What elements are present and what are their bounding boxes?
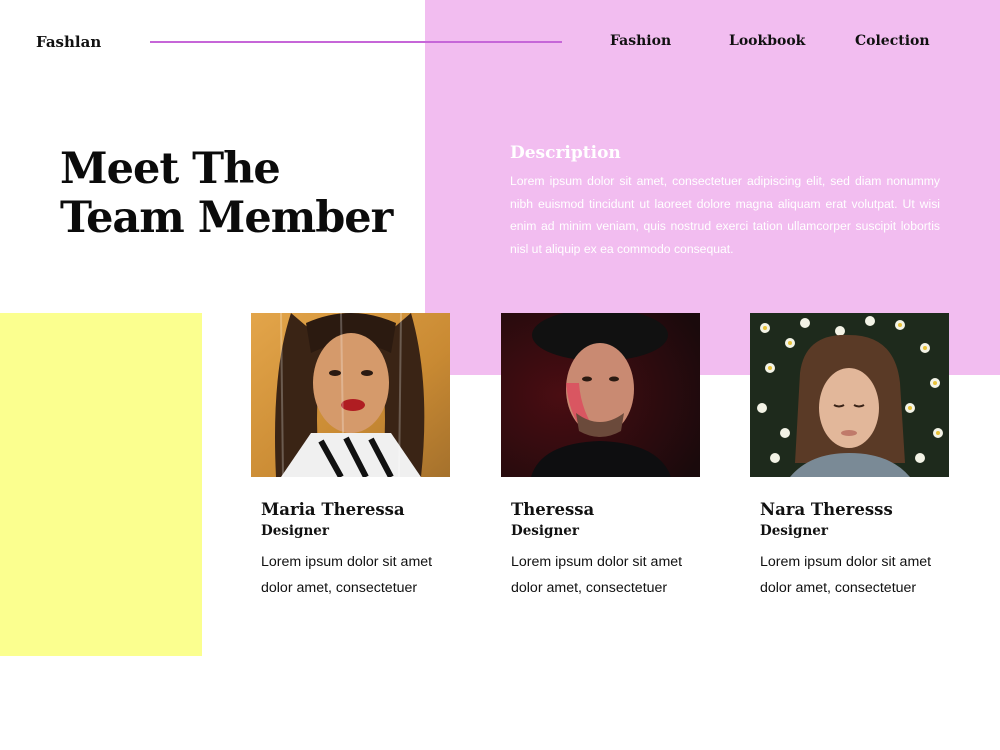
yellow-background-block: [0, 313, 202, 656]
team-member-bio: Lorem ipsum dolor sit amet dolor amet, c…: [760, 554, 932, 596]
team-member-photo: [750, 313, 949, 477]
team-member-role: Designer: [760, 523, 828, 539]
page-title-line-2: Team Member: [60, 193, 393, 243]
team-member-role: Designer: [511, 523, 579, 539]
team-member-photo: [251, 313, 450, 477]
team-card-theressa: Theressa Designer Lorem ipsum dolor sit …: [501, 313, 701, 601]
team-member-name: Nara Theresss: [760, 500, 893, 519]
top-navigation: Fashion Lookbook Colection: [0, 33, 1000, 53]
portrait-photo-man-hat: [501, 313, 700, 477]
team-member-name: Maria Theressa: [261, 500, 405, 519]
nav-item-colection[interactable]: Colection: [855, 33, 930, 49]
page-title: Meet The Team Member: [60, 144, 393, 243]
description-text: Lorem ipsum dolor sit amet, consectetuer…: [510, 174, 940, 256]
team-card-nara-theresss: Nara Theresss Designer Lorem ipsum dolor…: [750, 313, 950, 601]
description-section: Description Lorem ipsum dolor sit amet, …: [510, 142, 940, 260]
team-member-bio: Lorem ipsum dolor sit amet dolor amet, c…: [261, 554, 433, 596]
team-member-name: Theressa: [511, 500, 595, 519]
team-member-role: Designer: [261, 523, 329, 539]
team-member-bio: Lorem ipsum dolor sit amet dolor amet, c…: [511, 554, 683, 596]
portrait-photo-woman-flowers: [750, 313, 949, 477]
team-member-photo: [501, 313, 700, 477]
description-heading: Description: [510, 143, 621, 163]
team-card-maria-theressa: Maria Theressa Designer Lorem ipsum dolo…: [251, 313, 451, 601]
nav-item-fashion[interactable]: Fashion: [610, 33, 671, 49]
portrait-photo-woman-rain: [251, 313, 450, 477]
page-title-line-1: Meet The: [60, 144, 281, 194]
nav-item-lookbook[interactable]: Lookbook: [729, 33, 805, 49]
